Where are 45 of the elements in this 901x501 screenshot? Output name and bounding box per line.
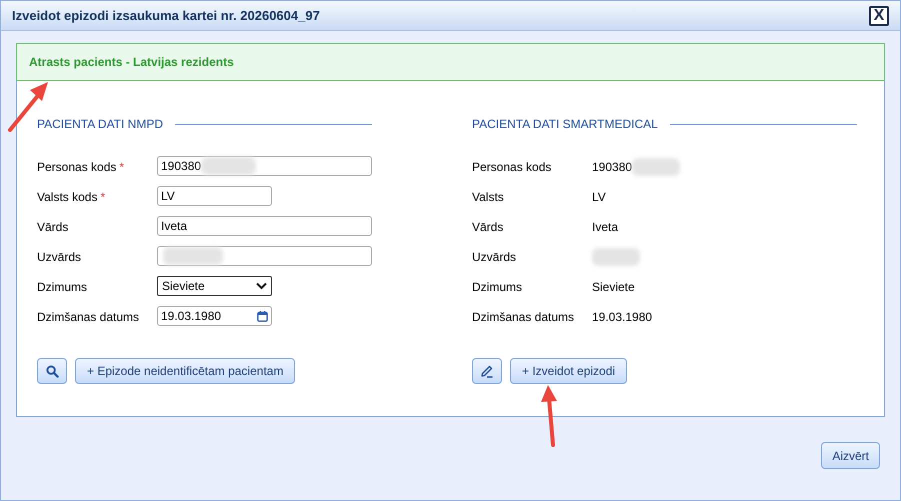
field-label: Personas kods <box>472 159 552 176</box>
close-button[interactable]: X <box>869 6 889 26</box>
annotation-arrow <box>541 385 557 447</box>
pencil-icon <box>480 364 494 378</box>
section-heading: PACIENTA DATI SMARTMEDICAL <box>472 116 658 133</box>
input-field[interactable] <box>157 246 372 266</box>
field-label: Uzvārds <box>37 249 82 266</box>
field-label: Valsts <box>472 189 505 206</box>
search-button[interactable] <box>37 358 67 384</box>
banner-text: Atrasts pacients - Latvijas rezidents <box>29 54 234 71</box>
field-label: Dzimums <box>37 279 87 296</box>
search-icon <box>46 364 58 378</box>
field-label: Dzimšanas datums <box>472 309 576 326</box>
field-value: Iveta <box>592 219 618 236</box>
calendar-icon[interactable] <box>257 310 268 322</box>
field-value: Sieviete <box>592 279 635 296</box>
field-value: 190380 <box>161 158 202 175</box>
required-asterisk: * <box>100 189 106 206</box>
field-label: Personas kods <box>37 159 116 176</box>
field-label: Vārds <box>37 219 68 236</box>
action-button[interactable]: + Izveidot epizodi <box>510 358 628 384</box>
field-value: 190380 <box>592 159 632 176</box>
chevron-down-icon <box>256 282 267 290</box>
edit-button[interactable] <box>472 358 502 384</box>
dropdown-value: Sieviete <box>162 278 205 295</box>
close-dialog-button[interactable]: Aizvērt <box>821 442 880 469</box>
input-field[interactable]: Iveta <box>157 216 372 236</box>
gender-dropdown[interactable]: Sieviete <box>157 276 272 296</box>
input-field[interactable]: 190380 <box>157 156 372 176</box>
window-title: Izveidot epizodi izsaukuma kartei nr. 20260604_97 <box>12 6 320 25</box>
field-value: LV <box>592 189 606 206</box>
field-label: Uzvārds <box>472 249 518 266</box>
action-button[interactable]: + Epizode neidentificētam pacientam <box>75 358 296 384</box>
required-asterisk: * <box>119 159 124 176</box>
field-label: Dzimums <box>472 279 523 296</box>
field-label: Dzimšanas datums <box>37 309 140 326</box>
field-value: 19.03.1980 <box>592 309 652 326</box>
field-value: Iveta <box>161 218 188 235</box>
field-label: Valsts kods <box>37 189 98 206</box>
section-heading: PACIENTA DATI NMPD <box>37 116 164 133</box>
field-value: LV <box>161 188 175 205</box>
date-field[interactable]: 19.03.1980 <box>157 306 272 326</box>
field-label: Vārds <box>472 219 504 236</box>
input-field[interactable]: LV <box>157 186 272 206</box>
field-value: 19.03.1980 <box>161 308 222 325</box>
